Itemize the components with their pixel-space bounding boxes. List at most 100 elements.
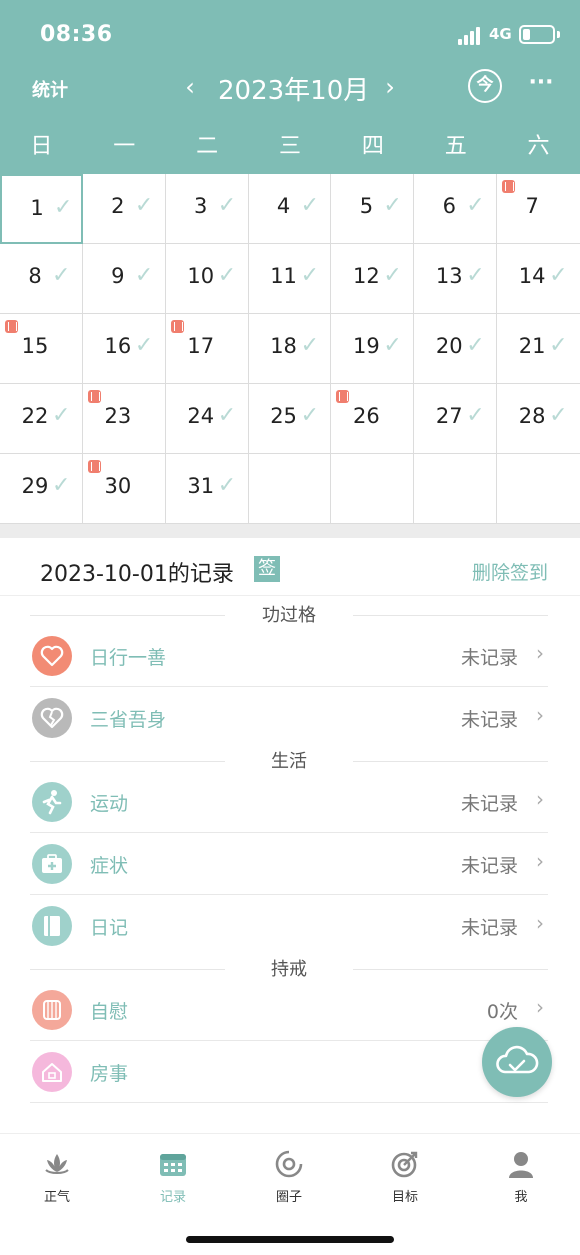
calendar-day[interactable]: 10 ✓ (165, 244, 249, 314)
check-icon: ✓ (54, 195, 73, 220)
tab-circle[interactable]: 圈子 (249, 1148, 329, 1208)
calendar-day[interactable]: 23 (82, 384, 166, 454)
calendar-day[interactable]: 21 ✓ (497, 314, 580, 384)
check-icon: ✓ (217, 473, 237, 498)
row-value: 未记录 (460, 793, 518, 815)
check-icon: ✓ (300, 333, 319, 358)
tissue-marker-icon (5, 320, 18, 333)
tab-zhengqi[interactable]: 正气 (17, 1148, 97, 1208)
day-number: 23 (104, 404, 132, 428)
record-row-masturbation[interactable]: 自慰 0次 › (30, 979, 548, 1041)
record-row-good-deed[interactable]: 日行一善 未记录 › (30, 625, 548, 687)
day-number: 15 (21, 334, 49, 358)
medkit-icon (32, 844, 72, 884)
calendar-day[interactable]: 15 (0, 314, 83, 384)
today-button[interactable]: 今 (468, 69, 502, 103)
weekday-label: 三 (278, 134, 301, 159)
calendar-day[interactable]: 1 ✓ (0, 174, 83, 244)
tab-records[interactable]: 记录 (133, 1148, 213, 1208)
calendar-day[interactable]: 19 ✓ (331, 314, 415, 384)
calendar-day[interactable]: 26 (331, 384, 415, 454)
more-button[interactable]: ··· (528, 70, 554, 100)
check-icon: ✓ (300, 263, 319, 288)
calendar-icon (160, 1154, 186, 1176)
record-header: 2023-10-01的记录 签 删除签到 (0, 538, 580, 596)
record-row-diary[interactable]: 日记 未记录 › (30, 895, 548, 957)
check-icon: ✓ (466, 263, 485, 288)
calendar-day[interactable]: 28 ✓ (497, 384, 580, 454)
calendar-day[interactable]: 29 ✓ (0, 454, 83, 524)
status-bar: 08:36 4G (0, 0, 580, 70)
calendar-day[interactable]: 18 ✓ (248, 314, 332, 384)
check-icon: ✓ (549, 403, 568, 428)
row-label: 自慰 (90, 1001, 129, 1023)
stats-button[interactable]: 统计 (32, 76, 68, 102)
check-icon: ✓ (383, 263, 402, 288)
calendar-day[interactable]: 11 ✓ (248, 244, 332, 314)
cloud-sync-button[interactable] (482, 1027, 552, 1097)
record-row-exercise[interactable]: 运动 未记录 › (30, 771, 548, 833)
day-number: 30 (104, 474, 132, 498)
prev-month-button[interactable]: ‹ (178, 72, 202, 102)
calendar-day[interactable]: 24 ✓ (165, 384, 249, 454)
check-icon: ✓ (52, 473, 71, 498)
calendar-day[interactable]: 8 ✓ (0, 244, 83, 314)
record-row-self-reflection[interactable]: 三省吾身 未记录 › (30, 687, 548, 749)
row-label: 运动 (90, 793, 129, 815)
lotus-icon (45, 1154, 69, 1174)
circle-icon (275, 1150, 303, 1178)
row-label: 日记 (90, 917, 129, 939)
calendar-day[interactable]: 5 ✓ (331, 174, 415, 244)
calendar-day[interactable]: 4 ✓ (248, 174, 332, 244)
check-icon: ✓ (217, 263, 237, 288)
chevron-right-icon: › (536, 995, 544, 1019)
check-icon: ✓ (217, 403, 237, 428)
record-row-intimacy[interactable]: 房事 (30, 1041, 548, 1103)
calendar-day[interactable]: 3 ✓ (165, 174, 249, 244)
check-icon: ✓ (217, 193, 237, 218)
calendar-day[interactable]: 14 ✓ (497, 244, 580, 314)
tab-label: 目标 (391, 1190, 418, 1205)
battery-level (523, 29, 530, 40)
next-month-button[interactable]: › (378, 72, 402, 102)
running-icon (32, 782, 72, 822)
calendar-day[interactable]: 25 ✓ (248, 384, 332, 454)
check-icon: ✓ (300, 403, 319, 428)
calendar-day[interactable]: 31 ✓ (165, 454, 249, 524)
check-icon: ✓ (134, 263, 154, 288)
calendar-day[interactable]: 30 (82, 454, 166, 524)
battery-icon (519, 25, 555, 44)
month-title: 2023年10月 (218, 76, 370, 106)
calendar-day[interactable]: 9 ✓ (82, 244, 166, 314)
calendar-day[interactable]: 6 ✓ (414, 174, 498, 244)
calendar-day[interactable]: 2 ✓ (82, 174, 166, 244)
network-type: 4G (489, 25, 512, 43)
tissue-marker-icon (87, 460, 101, 473)
calendar-day[interactable]: 17 (165, 314, 249, 384)
tab-label: 记录 (159, 1190, 186, 1205)
record-row-symptom[interactable]: 症状 未记录 › (30, 833, 548, 895)
calendar-day[interactable]: 7 (497, 174, 580, 244)
tissue-marker-icon (87, 390, 101, 403)
calendar-day[interactable]: 13 ✓ (414, 244, 498, 314)
battery-tip (557, 31, 560, 38)
weekday-label: 五 (444, 134, 467, 159)
calendar-day[interactable]: 20 ✓ (414, 314, 498, 384)
tab-label: 圈子 (275, 1190, 302, 1205)
tab-goals[interactable]: 目标 (365, 1148, 445, 1208)
check-icon: ✓ (549, 333, 568, 358)
calendar-day[interactable]: 16 ✓ (82, 314, 166, 384)
check-icon: ✓ (134, 193, 154, 218)
row-value: 0次 (486, 1001, 518, 1023)
calendar-day[interactable]: 27 ✓ (414, 384, 498, 454)
notebook-icon (32, 906, 72, 946)
day-number: 17 (187, 334, 215, 358)
tab-me[interactable]: 我 (481, 1148, 561, 1208)
tab-label: 我 (514, 1190, 528, 1205)
calendar-day[interactable]: 12 ✓ (331, 244, 415, 314)
weekday-label: 二 (196, 134, 219, 159)
chevron-right-icon: › (536, 703, 544, 727)
home-indicator (186, 1236, 394, 1243)
delete-sign-button[interactable]: 删除签到 (472, 558, 548, 585)
calendar-day[interactable]: 22 ✓ (0, 384, 83, 454)
